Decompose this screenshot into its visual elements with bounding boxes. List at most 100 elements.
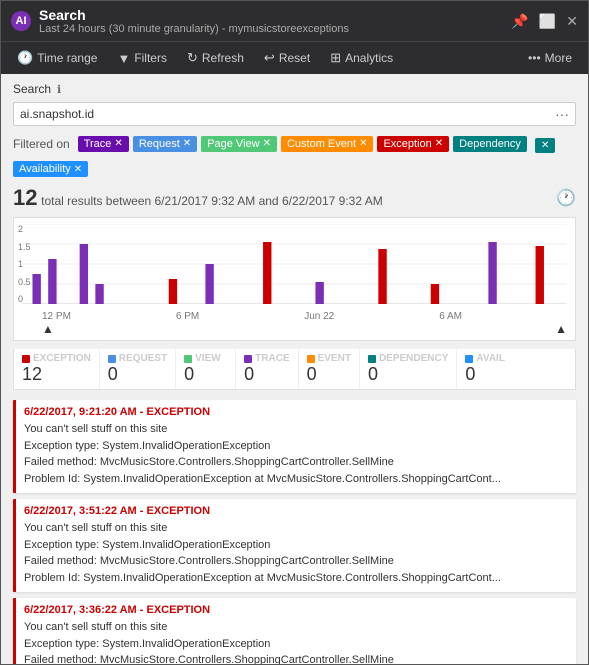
close-icon[interactable]: ✕ — [566, 13, 578, 30]
title-info: Search Last 24 hours (30 minute granular… — [39, 7, 349, 35]
result-item-2[interactable]: 6/22/2017, 3:51:22 AM - EXCEPTION You ca… — [13, 499, 576, 592]
results-summary: 12 total results between 6/21/2017 9:32 … — [13, 185, 383, 211]
stat-event[interactable]: EVENT 0 — [299, 349, 360, 389]
window-subtitle: Last 24 hours (30 minute granularity) - … — [39, 23, 349, 35]
remove-trace-filter[interactable]: ✕ — [114, 138, 122, 149]
result-problem-id-2: Problem Id: System.InvalidOperationExcep… — [24, 570, 568, 587]
search-input[interactable] — [20, 107, 555, 121]
result-body-1: You can't sell stuff on this site Except… — [24, 421, 568, 487]
chart-left-arrow[interactable]: ▲ — [42, 322, 54, 336]
filter-tag-trace[interactable]: Trace ✕ — [78, 136, 129, 152]
filter-tag-request[interactable]: Request ✕ — [133, 136, 197, 152]
window-controls: 📌 ⬜ ✕ — [511, 13, 578, 30]
stat-exception[interactable]: EXCEPTION 12 — [14, 349, 100, 389]
result-timestamp-1: 6/22/2017, 9:21:20 AM - EXCEPTION — [24, 406, 568, 418]
filter-tag-pageview[interactable]: Page View ✕ — [201, 136, 277, 152]
refresh-button[interactable]: ↻ Refresh — [179, 46, 252, 70]
trace-dot — [244, 355, 252, 363]
result-failed-method-3: Failed method: MvcMusicStore.Controllers… — [24, 652, 568, 664]
result-failed-method-1: Failed method: MvcMusicStore.Controllers… — [24, 454, 568, 471]
stat-trace[interactable]: TRACE 0 — [236, 349, 298, 389]
request-count: 0 — [108, 364, 167, 385]
view-dot — [184, 355, 192, 363]
results-header: 12 total results between 6/21/2017 9:32 … — [13, 185, 576, 211]
content-area: Search ℹ ··· Filtered on Trace ✕ Request… — [1, 74, 588, 664]
result-body-2: You can't sell stuff on this site Except… — [24, 520, 568, 586]
remove-exception-filter[interactable]: ✕ — [435, 138, 443, 149]
result-item-1[interactable]: 6/22/2017, 9:21:20 AM - EXCEPTION You ca… — [13, 400, 576, 493]
title-left: AI Search Last 24 hours (30 minute granu… — [11, 7, 349, 35]
result-message-1: You can't sell stuff on this site — [24, 421, 568, 438]
exception-count: 12 — [22, 364, 91, 385]
more-dots-icon: ••• — [528, 51, 541, 65]
remove-request-filter[interactable]: ✕ — [183, 138, 191, 149]
more-button[interactable]: ••• More — [520, 47, 580, 69]
result-exception-type-2: Exception type: System.InvalidOperationE… — [24, 537, 568, 554]
avail-dot — [465, 355, 473, 363]
result-item-3[interactable]: 6/22/2017, 3:36:22 AM - EXCEPTION You ca… — [13, 598, 576, 664]
filter-tag-dependency-x[interactable]: ✕ — [535, 138, 555, 153]
filter-tag-exception[interactable]: Exception ✕ — [377, 136, 449, 152]
filter-tag-customevent[interactable]: Custom Event ✕ — [281, 136, 373, 152]
filter-icon: ▼ — [117, 51, 130, 66]
result-failed-method-2: Failed method: MvcMusicStore.Controllers… — [24, 553, 568, 570]
analytics-button[interactable]: ⊞ Analytics — [322, 46, 401, 70]
request-dot — [108, 355, 116, 363]
trace-count: 0 — [244, 364, 289, 385]
event-dot — [307, 355, 315, 363]
chart-svg — [22, 224, 567, 304]
result-message-2: You can't sell stuff on this site — [24, 520, 568, 537]
remove-dependency-filter[interactable]: ✕ — [541, 140, 549, 151]
filters-button[interactable]: ▼ Filters — [109, 47, 175, 70]
search-label: Search — [13, 82, 51, 96]
result-problem-id-1: Problem Id: System.InvalidOperationExcep… — [24, 471, 568, 488]
restore-icon[interactable]: ⬜ — [539, 13, 556, 30]
results-text: total results between 6/21/2017 9:32 AM … — [41, 194, 383, 208]
dependency-count: 0 — [368, 364, 448, 385]
remove-customevent-filter[interactable]: ✕ — [359, 138, 367, 149]
chart-x-labels: 12 PM 6 PM Jun 22 6 AM — [42, 311, 567, 322]
history-icon[interactable]: 🕐 — [556, 188, 576, 208]
stat-request[interactable]: REQUEST 0 — [100, 349, 176, 389]
result-timestamp-3: 6/22/2017, 3:36:22 AM - EXCEPTION — [24, 604, 568, 616]
filter-label: Filtered on — [13, 137, 70, 151]
filter-tag-dependency[interactable]: Dependency — [453, 136, 527, 152]
result-body-3: You can't sell stuff on this site Except… — [24, 619, 568, 664]
chart-y-labels: 2 1.5 1 0.5 0 — [18, 224, 31, 304]
exception-dot — [22, 355, 30, 363]
time-range-button[interactable]: 🕐 Time range — [9, 46, 105, 70]
results-count: 12 — [13, 185, 37, 210]
reset-button[interactable]: ↩ Reset — [256, 46, 318, 70]
toolbar: 🕐 Time range ▼ Filters ↻ Refresh ↩ Reset… — [1, 41, 588, 74]
dependency-dot — [368, 355, 376, 363]
window-title: Search — [39, 7, 349, 23]
chart-area: 2 1.5 1 0.5 0 — [13, 217, 576, 341]
search-row: Search ℹ — [13, 82, 576, 96]
search-window: AI Search Last 24 hours (30 minute granu… — [0, 0, 589, 665]
search-options-button[interactable]: ··· — [555, 106, 569, 122]
stat-avail[interactable]: AVAIL 0 — [457, 349, 517, 389]
stat-dependency[interactable]: DEPENDENCY 0 — [360, 349, 457, 389]
search-input-wrapper: ··· — [13, 102, 576, 126]
view-count: 0 — [184, 364, 227, 385]
search-info-icon: ℹ — [57, 83, 61, 96]
app-icon: AI — [11, 11, 31, 31]
result-exception-type-1: Exception type: System.InvalidOperationE… — [24, 438, 568, 455]
clock-icon: 🕐 — [17, 50, 33, 66]
result-timestamp-2: 6/22/2017, 3:51:22 AM - EXCEPTION — [24, 505, 568, 517]
reset-icon: ↩ — [264, 50, 275, 66]
filter-tags-row: Filtered on Trace ✕ Request ✕ Page View … — [13, 134, 576, 177]
event-count: 0 — [307, 364, 351, 385]
chart-scroll-arrows: ▲ ▲ — [42, 322, 567, 336]
remove-availability-filter[interactable]: ✕ — [74, 164, 82, 175]
stat-view[interactable]: VIEW 0 — [176, 349, 236, 389]
remove-pageview-filter[interactable]: ✕ — [263, 138, 271, 149]
pin-icon[interactable]: 📌 — [511, 13, 528, 30]
title-bar: AI Search Last 24 hours (30 minute granu… — [1, 1, 588, 41]
filter-tag-availability[interactable]: Availability ✕ — [13, 161, 88, 177]
chart-right-arrow[interactable]: ▲ — [555, 322, 567, 336]
refresh-icon: ↻ — [187, 50, 198, 66]
result-exception-type-3: Exception type: System.InvalidOperationE… — [24, 636, 568, 653]
stats-row: EXCEPTION 12 REQUEST 0 VIEW 0 — [13, 349, 576, 390]
analytics-icon: ⊞ — [330, 50, 341, 66]
